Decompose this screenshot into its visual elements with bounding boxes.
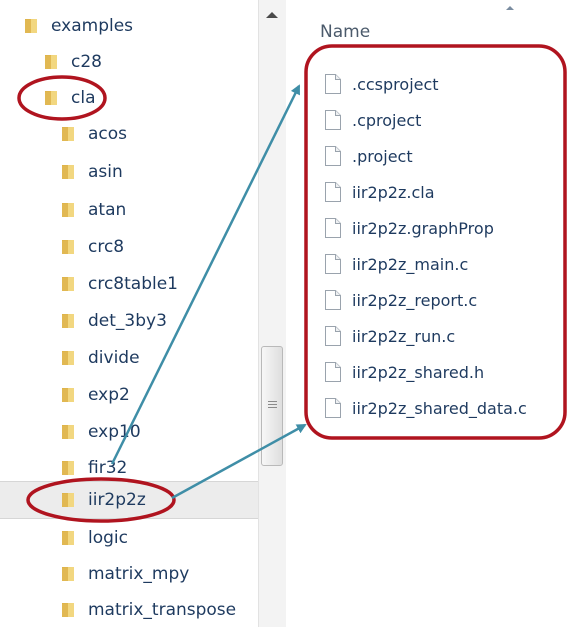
tree-item-label: fir32 [88, 458, 128, 478]
scroll-thumb[interactable] [261, 346, 283, 466]
file-name: iir2p2z_run.c [352, 326, 456, 346]
file-icon [324, 145, 342, 167]
file-icon [324, 289, 342, 311]
file-item[interactable]: .ccsproject [324, 66, 439, 102]
folder-icon [22, 16, 42, 36]
file-icon [324, 181, 342, 203]
tree-item-det_3by3[interactable]: det_3by3 [59, 303, 167, 339]
file-name: .project [352, 146, 413, 166]
tree-item-label: matrix_mpy [88, 564, 190, 584]
folder-icon [59, 274, 79, 294]
file-name: iir2p2z_shared_data.c [352, 398, 527, 418]
tree-item-exp10[interactable]: exp10 [59, 414, 141, 450]
tree-item-exp2[interactable]: exp2 [59, 377, 130, 413]
file-icon [324, 217, 342, 239]
tree-item-label: det_3by3 [88, 311, 167, 331]
file-icon [324, 73, 342, 95]
scroll-up-arrow-icon[interactable] [266, 12, 278, 18]
file-item[interactable]: iir2p2z_shared.h [324, 354, 484, 390]
folder-icon [59, 458, 79, 478]
file-icon [324, 253, 342, 275]
grip-line [268, 401, 277, 402]
file-icon [324, 325, 342, 347]
folder-icon [59, 237, 79, 257]
folder-icon [59, 124, 79, 144]
folder-icon [59, 162, 79, 182]
name-column-header[interactable]: Name [320, 22, 370, 42]
folder-icon [42, 88, 62, 108]
tree-item-c28[interactable]: c28 [42, 44, 102, 80]
folder-icon [59, 200, 79, 220]
folder-icon [59, 528, 79, 548]
tree-item-label: logic [88, 528, 128, 548]
file-name: iir2p2z_shared.h [352, 362, 485, 382]
tree-item-label: c28 [71, 52, 102, 72]
file-item[interactable]: iir2p2z.cla [324, 174, 435, 210]
tree-item-asin[interactable]: asin [59, 154, 123, 190]
grip-line [268, 404, 277, 405]
folder-icon [59, 490, 79, 510]
tree-item-label: atan [88, 200, 127, 220]
file-item[interactable]: iir2p2z_shared_data.c [324, 390, 527, 426]
tree-item-matrix_transpose[interactable]: matrix_transpose [59, 592, 236, 628]
tree-item-label: examples [51, 16, 134, 36]
tree-item-label: exp2 [88, 385, 130, 405]
file-icon [324, 397, 342, 419]
tree-item-label: asin [88, 162, 123, 182]
file-item[interactable]: iir2p2z_report.c [324, 282, 477, 318]
folder-icon [42, 52, 62, 72]
file-name: iir2p2z_report.c [352, 290, 478, 310]
folder-icon [59, 564, 79, 584]
tree-item-label: divide [88, 348, 140, 368]
tree-item-crc8[interactable]: crc8 [59, 229, 124, 265]
file-icon [324, 361, 342, 383]
tree-item-label: cla [71, 88, 96, 108]
file-icon [324, 109, 342, 131]
folder-icon [59, 311, 79, 331]
file-item[interactable]: .project [324, 138, 413, 174]
file-item[interactable]: iir2p2z_run.c [324, 318, 455, 354]
file-name: iir2p2z.cla [352, 182, 435, 202]
tree-item-crc8table1[interactable]: crc8table1 [59, 266, 178, 302]
tree-item-label: iir2p2z [88, 490, 146, 510]
grip-line [268, 407, 277, 408]
folder-tree-pane: examples c28 cla acos asin atan crc8 crc… [0, 0, 258, 627]
tree-item-label: matrix_transpose [88, 600, 237, 620]
tree-item-label: exp10 [88, 422, 141, 442]
file-name: iir2p2z.graphProp [352, 218, 494, 238]
tree-item-label: acos [88, 124, 128, 144]
file-item[interactable]: .cproject [324, 102, 421, 138]
tree-item-acos[interactable]: acos [59, 116, 127, 152]
tree-item-iir2p2z[interactable]: iir2p2z [0, 481, 258, 519]
tree-scrollbar[interactable] [258, 0, 287, 627]
file-name: .cproject [352, 110, 422, 130]
file-item[interactable]: iir2p2z_main.c [324, 246, 468, 282]
tree-item-examples[interactable]: examples [22, 8, 133, 44]
file-name: iir2p2z_main.c [352, 254, 469, 274]
tree-item-atan[interactable]: atan [59, 192, 126, 228]
tree-item-logic[interactable]: logic [59, 520, 128, 556]
file-list-pane: Name .ccsproject .cproject .project iir2… [286, 0, 568, 627]
sort-ascending-icon [506, 6, 514, 10]
folder-icon [59, 422, 79, 442]
folder-icon [59, 348, 79, 368]
tree-item-label: crc8table1 [88, 274, 178, 294]
tree-item-matrix_mpy[interactable]: matrix_mpy [59, 556, 189, 592]
file-item[interactable]: iir2p2z.graphProp [324, 210, 494, 246]
file-name: .ccsproject [352, 74, 439, 94]
tree-item-cla[interactable]: cla [42, 80, 96, 116]
folder-icon [59, 600, 79, 620]
folder-icon [59, 385, 79, 405]
tree-item-divide[interactable]: divide [59, 340, 140, 376]
tree-item-label: crc8 [88, 237, 125, 257]
